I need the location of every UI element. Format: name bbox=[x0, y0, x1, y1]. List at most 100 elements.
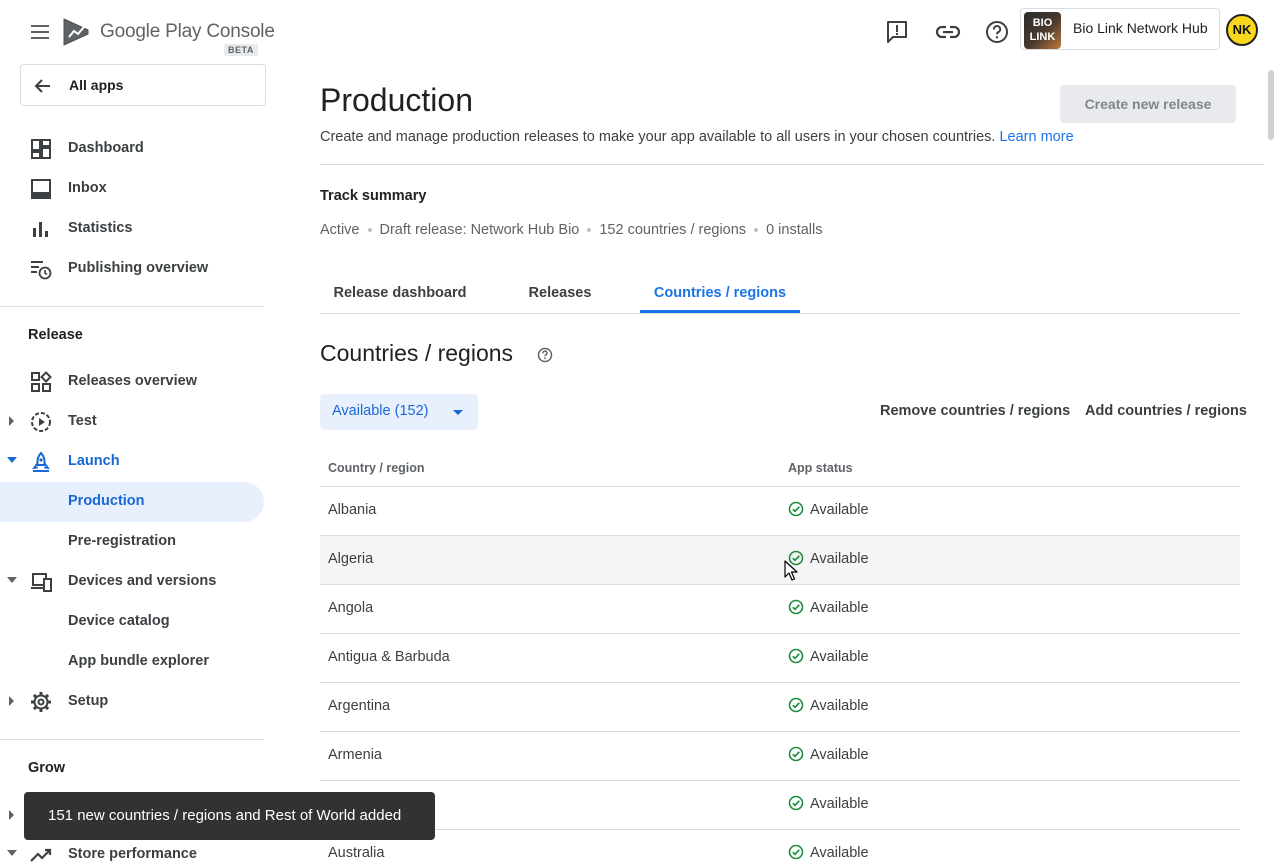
sidebar-item-label: Device catalog bbox=[68, 613, 170, 629]
caret-right-icon[interactable] bbox=[7, 416, 15, 426]
table-row[interactable]: Argentina Available bbox=[320, 683, 1240, 732]
avatar[interactable]: NK bbox=[1226, 14, 1258, 46]
create-new-release-button[interactable]: Create new release bbox=[1060, 85, 1236, 123]
test-icon bbox=[31, 412, 51, 432]
check-circle-icon bbox=[788, 746, 804, 762]
caret-right-icon[interactable] bbox=[7, 696, 15, 706]
sidebar-item-pre-registration[interactable]: Pre-registration bbox=[0, 522, 264, 562]
sidebar-section-release: Release bbox=[28, 327, 83, 343]
tab-releases[interactable]: Releases bbox=[514, 272, 606, 313]
cell-country: Argentina bbox=[328, 698, 391, 714]
column-header-app-status[interactable]: App status bbox=[788, 461, 853, 475]
separator-dot bbox=[587, 228, 592, 233]
cell-status: Available bbox=[788, 550, 869, 567]
settings-icon bbox=[31, 692, 51, 712]
remove-countries-button[interactable]: Remove countries / regions bbox=[880, 403, 1070, 419]
track-summary: Active Draft release: Network Hub Bio 152 … bbox=[320, 222, 822, 238]
menu-icon[interactable] bbox=[26, 18, 54, 46]
cell-status: Available bbox=[788, 844, 869, 861]
sidebar-item-label: Pre-registration bbox=[68, 533, 176, 549]
add-countries-button[interactable]: Add countries / regions bbox=[1085, 403, 1247, 419]
cell-country: Angola bbox=[328, 600, 374, 616]
store-performance-icon bbox=[30, 848, 52, 862]
help-icon[interactable] bbox=[984, 19, 1010, 45]
sidebar-item-label: Production bbox=[68, 493, 145, 509]
logo-text: Google Play Console bbox=[100, 21, 275, 42]
sidebar-divider bbox=[0, 739, 264, 740]
sidebar-item-dashboard[interactable]: Dashboard bbox=[0, 129, 264, 169]
sidebar-item-label: Publishing overview bbox=[68, 260, 209, 276]
statistics-icon bbox=[33, 222, 48, 237]
column-header-country[interactable]: Country / region bbox=[328, 461, 425, 475]
learn-more-link[interactable]: Learn more bbox=[999, 129, 1073, 145]
sidebar-item-releases-overview[interactable]: Releases overview bbox=[0, 362, 264, 402]
status-text: Available bbox=[810, 698, 869, 714]
app-name: Bio Link Network Hub bbox=[1073, 20, 1208, 36]
status-text: Available bbox=[810, 502, 869, 518]
releases-overview-icon bbox=[31, 371, 52, 392]
sidebar-item-statistics[interactable]: Statistics bbox=[0, 209, 264, 249]
check-circle-icon bbox=[788, 844, 804, 860]
table-row[interactable]: Albania Available bbox=[320, 487, 1240, 536]
table-row[interactable]: Angola Available bbox=[320, 585, 1240, 634]
sidebar-item-label: Releases overview bbox=[68, 373, 197, 389]
table-row[interactable]: Algeria Available bbox=[320, 536, 1240, 585]
sidebar-item-setup[interactable]: Setup bbox=[0, 682, 264, 722]
dashboard-icon bbox=[31, 139, 51, 159]
caret-down-icon[interactable] bbox=[7, 456, 17, 464]
tab-release-dashboard[interactable]: Release dashboard bbox=[320, 272, 480, 313]
sidebar-item-label: Dashboard bbox=[68, 140, 144, 156]
table-row[interactable]: Armenia Available bbox=[320, 732, 1240, 781]
app-switcher-chip[interactable]: BIO LINK Bio Link Network Hub bbox=[1020, 8, 1220, 50]
table-row[interactable]: Australia Available bbox=[320, 830, 1240, 864]
sidebar-item-label: Launch bbox=[68, 453, 120, 469]
publishing-overview-icon bbox=[31, 261, 52, 280]
check-circle-icon bbox=[788, 501, 804, 517]
scrollbar[interactable] bbox=[1268, 70, 1274, 140]
sidebar-item-inbox[interactable]: Inbox bbox=[0, 169, 264, 209]
section-heading: Countries / regions bbox=[320, 340, 514, 366]
launch-icon bbox=[32, 451, 50, 472]
play-console-logo-icon bbox=[63, 18, 89, 46]
status-text: Available bbox=[810, 845, 869, 861]
sidebar-item-app-bundle-explorer[interactable]: App bundle explorer bbox=[0, 642, 264, 682]
track-installs: 0 installs bbox=[766, 222, 823, 238]
track-status: Active bbox=[320, 222, 360, 238]
status-text: Available bbox=[810, 747, 869, 763]
google-play-console-logo[interactable]: Google Play Console BETA bbox=[62, 14, 275, 58]
arrow-back-icon bbox=[34, 79, 50, 93]
sidebar-item-test[interactable]: Test bbox=[0, 402, 264, 442]
cell-country: Armenia bbox=[328, 747, 382, 763]
check-circle-icon bbox=[788, 795, 804, 811]
sidebar-item-label: App bundle explorer bbox=[68, 653, 209, 669]
sidebar-item-device-catalog[interactable]: Device catalog bbox=[0, 602, 264, 642]
table-header: Country / region App status bbox=[320, 448, 1240, 487]
link-icon[interactable] bbox=[935, 19, 961, 45]
dropdown-arrow-icon bbox=[453, 410, 463, 415]
cell-country: Algeria bbox=[328, 551, 374, 567]
sidebar-item-devices-and-versions[interactable]: Devices and versions bbox=[0, 562, 264, 602]
caret-right-icon[interactable] bbox=[7, 810, 15, 820]
availability-filter-dropdown[interactable]: Available (152) bbox=[320, 394, 478, 430]
sidebar-item-label: Statistics bbox=[68, 220, 133, 236]
cell-country: Antigua & Barbuda bbox=[328, 649, 450, 665]
help-icon[interactable] bbox=[537, 347, 553, 363]
countries-table: Country / region App status Albania Avai… bbox=[320, 448, 1240, 864]
tab-bar: Release dashboard Releases Countries / r… bbox=[320, 272, 1240, 314]
all-apps-button[interactable]: All apps bbox=[20, 64, 266, 106]
sidebar-item-label: Test bbox=[68, 413, 97, 429]
cell-status: Available bbox=[788, 795, 869, 812]
sidebar-item-publishing-overview[interactable]: Publishing overview bbox=[0, 249, 264, 289]
status-text: Available bbox=[810, 600, 869, 616]
feedback-icon[interactable] bbox=[884, 19, 910, 45]
tab-countries-regions[interactable]: Countries / regions bbox=[640, 272, 800, 313]
page-description-text: Create and manage production releases to… bbox=[320, 129, 996, 145]
sidebar-item-production[interactable]: Production bbox=[0, 482, 264, 522]
caret-down-icon[interactable] bbox=[7, 849, 17, 857]
sidebar-item-launch[interactable]: Launch bbox=[0, 442, 264, 482]
mouse-cursor-icon bbox=[784, 560, 798, 581]
caret-down-icon[interactable] bbox=[7, 576, 17, 584]
table-row[interactable]: Available bbox=[320, 781, 1240, 830]
table-row[interactable]: Antigua & Barbuda Available bbox=[320, 634, 1240, 683]
devices-icon bbox=[31, 573, 52, 592]
